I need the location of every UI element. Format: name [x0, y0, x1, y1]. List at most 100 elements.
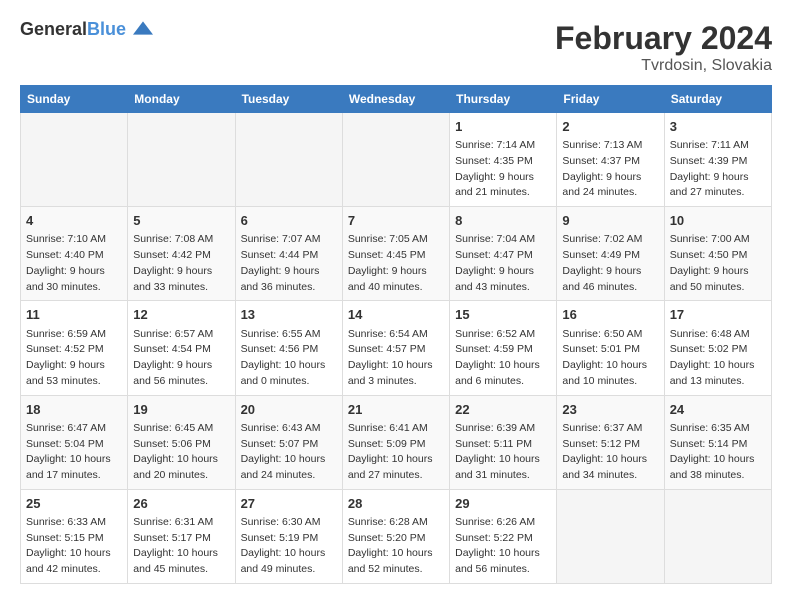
day-info: Sunrise: 6:59 AMSunset: 4:52 PMDaylight:…: [26, 327, 122, 390]
calendar-cell-w3-d3: 21 Sunrise: 6:41 AMSunset: 5:09 PMDayligh…: [342, 395, 449, 489]
day-number: 24: [670, 401, 766, 419]
day-info: Sunrise: 7:05 AMSunset: 4:45 PMDaylight:…: [348, 232, 444, 295]
day-info: Sunrise: 6:45 AMSunset: 5:06 PMDaylight:…: [133, 421, 229, 484]
day-number: 2: [562, 118, 658, 136]
calendar-cell-w2-d3: 14 Sunrise: 6:54 AMSunset: 4:57 PMDayligh…: [342, 301, 449, 395]
day-number: 10: [670, 212, 766, 230]
day-info: Sunrise: 6:47 AMSunset: 5:04 PMDaylight:…: [26, 421, 122, 484]
calendar-cell-w1-d4: 8 Sunrise: 7:04 AMSunset: 4:47 PMDaylight…: [450, 207, 557, 301]
day-number: 3: [670, 118, 766, 136]
calendar-cell-w3-d1: 19 Sunrise: 6:45 AMSunset: 5:06 PMDayligh…: [128, 395, 235, 489]
day-number: 8: [455, 212, 551, 230]
day-number: 1: [455, 118, 551, 136]
day-info: Sunrise: 6:31 AMSunset: 5:17 PMDaylight:…: [133, 515, 229, 578]
day-number: 11: [26, 306, 122, 324]
day-number: 18: [26, 401, 122, 419]
calendar-cell-w1-d0: 4Sunrise: 7:10 AMSunset: 4:40 PMDaylight…: [21, 207, 128, 301]
day-number: 22: [455, 401, 551, 419]
day-info: Sunrise: 6:52 AMSunset: 4:59 PMDaylight:…: [455, 327, 551, 390]
calendar-header-sunday: Sunday: [21, 86, 128, 113]
day-number: 25: [26, 495, 122, 513]
day-info: Sunrise: 6:54 AMSunset: 4:57 PMDaylight:…: [348, 327, 444, 390]
logo: GeneralBlue: [20, 20, 153, 40]
title-block: February 2024 Tvrdosin, Slovakia: [555, 20, 772, 75]
calendar-cell-w2-d6: 17 Sunrise: 6:48 AMSunset: 5:02 PMDayligh…: [664, 301, 771, 395]
day-number: 13: [241, 306, 337, 324]
calendar-cell-w0-d2: [235, 113, 342, 207]
calendar-cell-w2-d5: 16 Sunrise: 6:50 AMSunset: 5:01 PMDayligh…: [557, 301, 664, 395]
calendar-cell-w0-d5: 2 Sunrise: 7:13 AMSunset: 4:37 PMDaylight…: [557, 113, 664, 207]
day-number: 28: [348, 495, 444, 513]
calendar-cell-w0-d6: 3 Sunrise: 7:11 AMSunset: 4:39 PMDaylight…: [664, 113, 771, 207]
day-number: 9: [562, 212, 658, 230]
day-info: Sunrise: 7:04 AMSunset: 4:47 PMDaylight:…: [455, 232, 551, 295]
calendar-cell-w4-d6: [664, 489, 771, 583]
calendar-cell-w2-d0: 11 Sunrise: 6:59 AMSunset: 4:52 PMDayligh…: [21, 301, 128, 395]
calendar-cell-w4-d1: 26Sunrise: 6:31 AMSunset: 5:17 PMDayligh…: [128, 489, 235, 583]
calendar-cell-w1-d1: 5 Sunrise: 7:08 AMSunset: 4:42 PMDaylight…: [128, 207, 235, 301]
calendar-cell-w2-d2: 13 Sunrise: 6:55 AMSunset: 4:56 PMDayligh…: [235, 301, 342, 395]
day-number: 15: [455, 306, 551, 324]
logo-general: GeneralBlue: [20, 20, 153, 40]
day-number: 12: [133, 306, 229, 324]
day-info: Sunrise: 6:41 AMSunset: 5:09 PMDaylight:…: [348, 421, 444, 484]
day-number: 20: [241, 401, 337, 419]
day-number: 27: [241, 495, 337, 513]
day-info: Sunrise: 7:07 AMSunset: 4:44 PMDaylight:…: [241, 232, 337, 295]
day-number: 6: [241, 212, 337, 230]
day-info: Sunrise: 7:13 AMSunset: 4:37 PMDaylight:…: [562, 138, 658, 201]
day-number: 5: [133, 212, 229, 230]
calendar-header-friday: Friday: [557, 86, 664, 113]
calendar-cell-w3-d0: 18 Sunrise: 6:47 AMSunset: 5:04 PMDayligh…: [21, 395, 128, 489]
day-number: 29: [455, 495, 551, 513]
calendar-cell-w3-d2: 20 Sunrise: 6:43 AMSunset: 5:07 PMDayligh…: [235, 395, 342, 489]
calendar-cell-w2-d1: 12 Sunrise: 6:57 AMSunset: 4:54 PMDayligh…: [128, 301, 235, 395]
day-info: Sunrise: 7:10 AMSunset: 4:40 PMDaylight:…: [26, 232, 122, 295]
day-info: Sunrise: 6:55 AMSunset: 4:56 PMDaylight:…: [241, 327, 337, 390]
calendar-cell-w1-d3: 7 Sunrise: 7:05 AMSunset: 4:45 PMDaylight…: [342, 207, 449, 301]
calendar-cell-w2-d4: 15 Sunrise: 6:52 AMSunset: 4:59 PMDayligh…: [450, 301, 557, 395]
calendar-cell-w0-d4: 1Sunrise: 7:14 AMSunset: 4:35 PMDaylight…: [450, 113, 557, 207]
day-info: Sunrise: 7:11 AMSunset: 4:39 PMDaylight:…: [670, 138, 766, 201]
calendar-cell-w4-d5: [557, 489, 664, 583]
calendar-cell-w1-d6: 10 Sunrise: 7:00 AMSunset: 4:50 PMDayligh…: [664, 207, 771, 301]
day-info: Sunrise: 6:48 AMSunset: 5:02 PMDaylight:…: [670, 327, 766, 390]
day-info: Sunrise: 6:28 AMSunset: 5:20 PMDaylight:…: [348, 515, 444, 578]
month-year-title: February 2024: [555, 20, 772, 57]
calendar-cell-w1-d2: 6 Sunrise: 7:07 AMSunset: 4:44 PMDaylight…: [235, 207, 342, 301]
calendar-cell-w4-d3: 28 Sunrise: 6:28 AMSunset: 5:20 PMDayligh…: [342, 489, 449, 583]
day-number: 19: [133, 401, 229, 419]
day-info: Sunrise: 6:50 AMSunset: 5:01 PMDaylight:…: [562, 327, 658, 390]
calendar-header-monday: Monday: [128, 86, 235, 113]
day-number: 14: [348, 306, 444, 324]
day-number: 17: [670, 306, 766, 324]
day-info: Sunrise: 7:00 AMSunset: 4:50 PMDaylight:…: [670, 232, 766, 295]
page-header: GeneralBlue February 2024 Tvrdosin, Slov…: [20, 20, 772, 75]
calendar-header-tuesday: Tuesday: [235, 86, 342, 113]
calendar-header-saturday: Saturday: [664, 86, 771, 113]
day-info: Sunrise: 6:43 AMSunset: 5:07 PMDaylight:…: [241, 421, 337, 484]
day-number: 16: [562, 306, 658, 324]
calendar-cell-w3-d5: 23Sunrise: 6:37 AMSunset: 5:12 PMDayligh…: [557, 395, 664, 489]
day-number: 7: [348, 212, 444, 230]
calendar-cell-w4-d2: 27 Sunrise: 6:30 AMSunset: 5:19 PMDayligh…: [235, 489, 342, 583]
day-info: Sunrise: 7:02 AMSunset: 4:49 PMDaylight:…: [562, 232, 658, 295]
calendar-cell-w0-d3: [342, 113, 449, 207]
day-info: Sunrise: 6:57 AMSunset: 4:54 PMDaylight:…: [133, 327, 229, 390]
day-info: Sunrise: 7:08 AMSunset: 4:42 PMDaylight:…: [133, 232, 229, 295]
day-info: Sunrise: 6:26 AMSunset: 5:22 PMDaylight:…: [455, 515, 551, 578]
day-info: Sunrise: 6:35 AMSunset: 5:14 PMDaylight:…: [670, 421, 766, 484]
location-subtitle: Tvrdosin, Slovakia: [555, 57, 772, 75]
calendar-cell-w1-d5: 9 Sunrise: 7:02 AMSunset: 4:49 PMDaylight…: [557, 207, 664, 301]
calendar-cell-w0-d0: [21, 113, 128, 207]
calendar-cell-w3-d4: 22 Sunrise: 6:39 AMSunset: 5:11 PMDayligh…: [450, 395, 557, 489]
day-info: Sunrise: 6:30 AMSunset: 5:19 PMDaylight:…: [241, 515, 337, 578]
day-info: Sunrise: 6:33 AMSunset: 5:15 PMDaylight:…: [26, 515, 122, 578]
day-number: 21: [348, 401, 444, 419]
calendar-cell-w4-d0: 25 Sunrise: 6:33 AMSunset: 5:15 PMDayligh…: [21, 489, 128, 583]
calendar-cell-w0-d1: [128, 113, 235, 207]
day-info: Sunrise: 6:39 AMSunset: 5:11 PMDaylight:…: [455, 421, 551, 484]
calendar-cell-w4-d4: 29 Sunrise: 6:26 AMSunset: 5:22 PMDayligh…: [450, 489, 557, 583]
calendar-table: SundayMondayTuesdayWednesdayThursdayFrid…: [20, 85, 772, 584]
calendar-cell-w3-d6: 24 Sunrise: 6:35 AMSunset: 5:14 PMDayligh…: [664, 395, 771, 489]
